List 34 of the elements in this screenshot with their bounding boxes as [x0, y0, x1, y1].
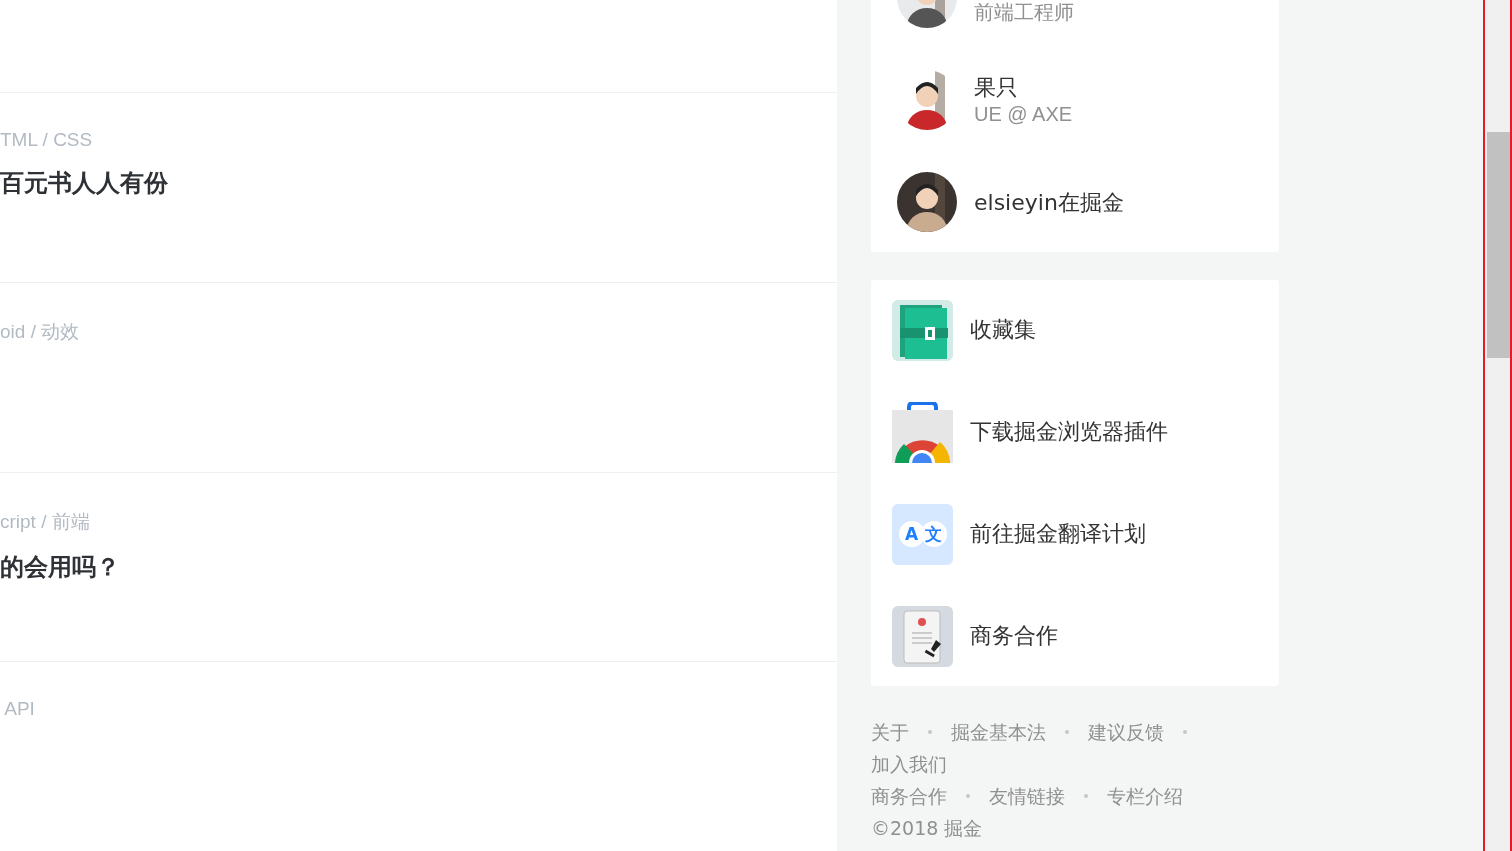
footer-link[interactable]: 关于 [871, 716, 909, 748]
footer-link[interactable]: 加入我们 [871, 748, 947, 780]
article-tags[interactable]: TML / CSS [0, 129, 93, 151]
glyph-text: 文 [920, 521, 947, 547]
sidebar-link[interactable]: 商务合作 [970, 621, 1058, 651]
footer-link[interactable]: 商务合作 [871, 780, 947, 812]
separator-dot [928, 730, 932, 734]
separator-dot [1065, 730, 1069, 734]
author-title: 前端工程师 [974, 0, 1074, 25]
author-name[interactable]: elsieyin在掘金 [974, 188, 1124, 216]
article-tags[interactable]: oid / 动效 [0, 318, 80, 345]
scrollbar[interactable] [1483, 0, 1512, 851]
article-title[interactable]: 百元书人人有份 [0, 167, 168, 199]
article-title[interactable]: 的会用吗？ [0, 550, 120, 583]
footer-link[interactable]: 友情链接 [989, 780, 1065, 812]
separator-dot [1183, 730, 1187, 734]
copyright-text: ©2018 掘金 [871, 816, 983, 841]
footer-link[interactable]: 专栏介绍 [1107, 780, 1183, 812]
footer-link[interactable]: 掘金基本法 [951, 716, 1046, 748]
sidebar-link[interactable]: 下载掘金浏览器插件 [970, 417, 1168, 447]
scrollbar-thumb[interactable] [1487, 132, 1510, 358]
store-bag-icon [892, 401, 953, 463]
folder-icon [892, 299, 953, 361]
article-tags[interactable]: API [0, 698, 35, 721]
separator-dot [1084, 794, 1088, 798]
stamped-document-icon [892, 605, 953, 667]
author-name[interactable]: 果只 [974, 74, 1018, 101]
glyph-text: A [898, 521, 925, 547]
sidebar-link[interactable]: 前往掘金翻译计划 [970, 519, 1146, 549]
article-tags[interactable]: cript / 前端 [0, 508, 90, 535]
footer-link[interactable]: 建议反馈 [1088, 716, 1164, 748]
sidebar-link[interactable]: 收藏集 [970, 315, 1036, 345]
separator-dot [966, 794, 970, 798]
author-title: UE @ AXE [974, 102, 1073, 127]
